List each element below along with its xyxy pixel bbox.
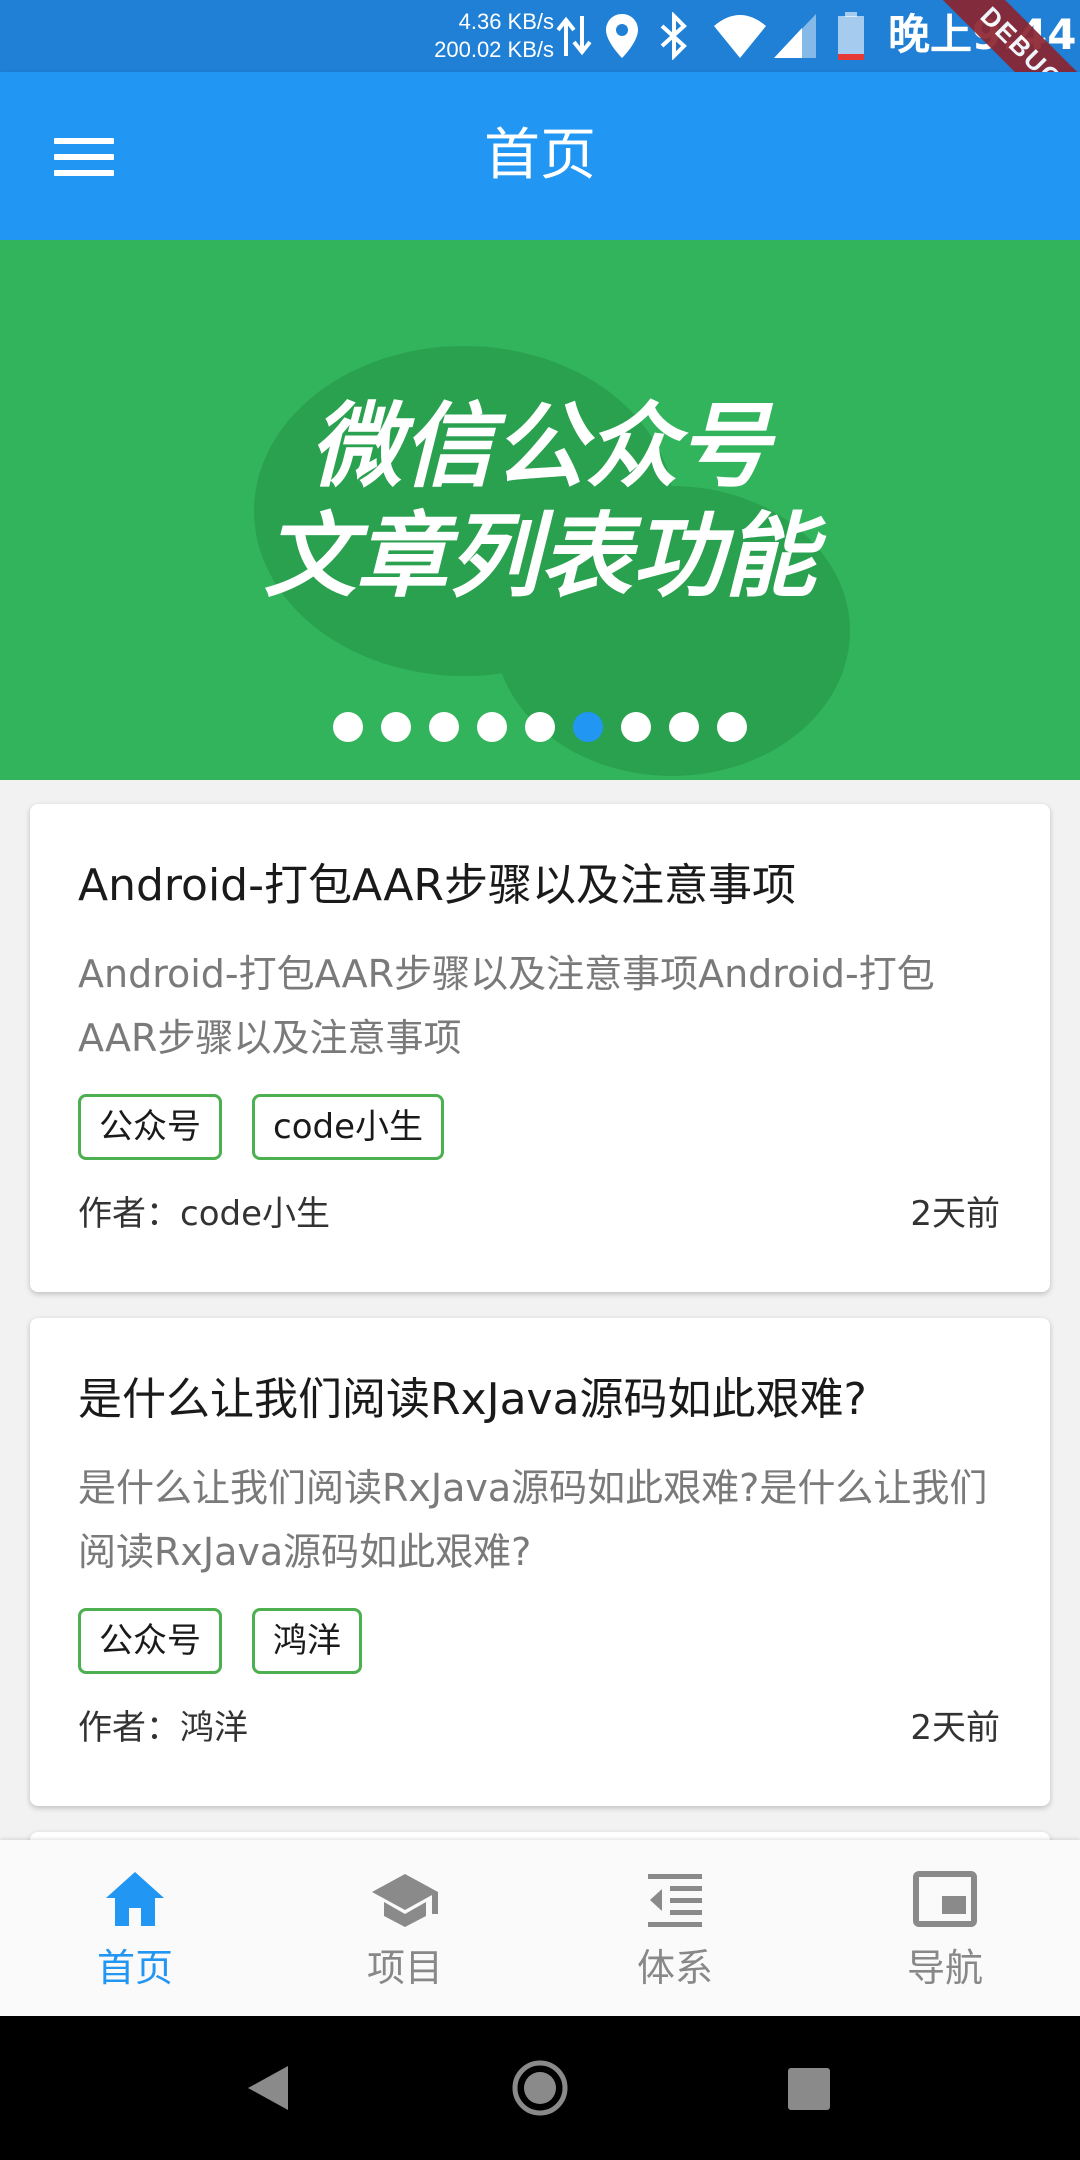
tag-chip[interactable]: 公众号	[78, 1094, 222, 1160]
article-author: 作者：code小生	[78, 1194, 330, 1234]
carousel-dot[interactable]	[525, 712, 555, 742]
back-icon[interactable]	[246, 2064, 290, 2112]
article-time: 2天前	[910, 1708, 1000, 1748]
menu-button[interactable]	[38, 120, 128, 192]
location-icon	[606, 14, 638, 58]
article-description: Android-打包AAR步骤以及注意事项Android-打包AAR步骤以及注意…	[78, 952, 935, 1060]
carousel-dot[interactable]	[717, 712, 747, 742]
network-upload-speed: 4.36 KB/s	[458, 9, 554, 34]
nav-tab-navigation[interactable]: 导航	[810, 1840, 1080, 2016]
carousel-dot-active[interactable]	[573, 712, 603, 742]
network-speed: 4.36 KB/s 200.02 KB/s	[434, 8, 554, 64]
article-time: 2天前	[910, 1194, 1000, 1234]
nav-tab-home[interactable]: 首页	[0, 1840, 270, 2016]
menu-icon-line	[54, 170, 114, 176]
picture-in-picture-icon	[913, 1871, 977, 1927]
tag-chip[interactable]: 公众号	[78, 1608, 222, 1674]
nav-label: 体系	[636, 1946, 713, 1990]
network-download-speed: 200.02 KB/s	[434, 37, 554, 62]
nav-label: 导航	[906, 1946, 983, 1990]
article-title: Android-打包AAR步骤以及注意事项	[78, 860, 796, 911]
battery-icon	[838, 12, 864, 60]
nav-label: 首页	[96, 1946, 173, 1990]
nav-tab-projects[interactable]: 项目	[270, 1840, 540, 2016]
data-transfer-icon	[556, 16, 592, 56]
article-title: 是什么让我们阅读RxJava源码如此艰难?	[78, 1374, 867, 1425]
wifi-icon	[714, 15, 766, 58]
tag-chip[interactable]: 鸿洋	[252, 1608, 362, 1674]
banner-carousel[interactable]: 微信公众号 文章列表功能	[0, 240, 1080, 780]
nav-tab-system[interactable]: 体系	[540, 1840, 810, 2016]
status-bar: 4.36 KB/s 200.02 KB/s 晚上9:44 DEBUG	[0, 0, 1080, 149]
tag-chip[interactable]: code小生	[252, 1094, 444, 1160]
system-navigation-bar	[0, 2016, 1080, 2160]
article-description: 是什么让我们阅读RxJava源码如此艰难?是什么让我们阅读RxJava源码如此艰…	[78, 1466, 988, 1574]
format-indent-icon	[648, 1874, 702, 1927]
home-circle-icon[interactable]	[510, 2058, 570, 2118]
carousel-dot[interactable]	[333, 712, 363, 742]
app-bar: 首页	[0, 72, 1080, 240]
carousel-dot[interactable]	[381, 712, 411, 742]
carousel-dot[interactable]	[621, 712, 651, 742]
signal-icon	[774, 14, 816, 58]
bluetooth-icon	[660, 12, 687, 60]
menu-icon-line	[54, 154, 114, 160]
carousel-dot[interactable]	[429, 712, 459, 742]
carousel-indicator	[0, 712, 1080, 742]
school-icon	[372, 1874, 438, 1927]
bottom-navigation: 首页 项目 体系 导航	[0, 1840, 1080, 2016]
carousel-dot[interactable]	[477, 712, 507, 742]
page-title: 首页	[484, 123, 596, 188]
article-author: 作者：鸿洋	[78, 1708, 248, 1748]
article-card[interactable]: Android-打包AAR步骤以及注意事项 Android-打包AAR步骤以及注…	[30, 804, 1050, 1292]
carousel-dot[interactable]	[669, 712, 699, 742]
home-icon	[106, 1872, 164, 1926]
menu-icon	[54, 138, 114, 144]
nav-label: 项目	[366, 1946, 443, 1990]
article-card[interactable]: 是什么让我们阅读RxJava源码如此艰难? 是什么让我们阅读RxJava源码如此…	[30, 1318, 1050, 1806]
recents-icon[interactable]	[786, 2066, 832, 2112]
banner-title-line2: 文章列表功能	[263, 503, 816, 610]
banner-title-line1: 微信公众号	[309, 393, 770, 500]
